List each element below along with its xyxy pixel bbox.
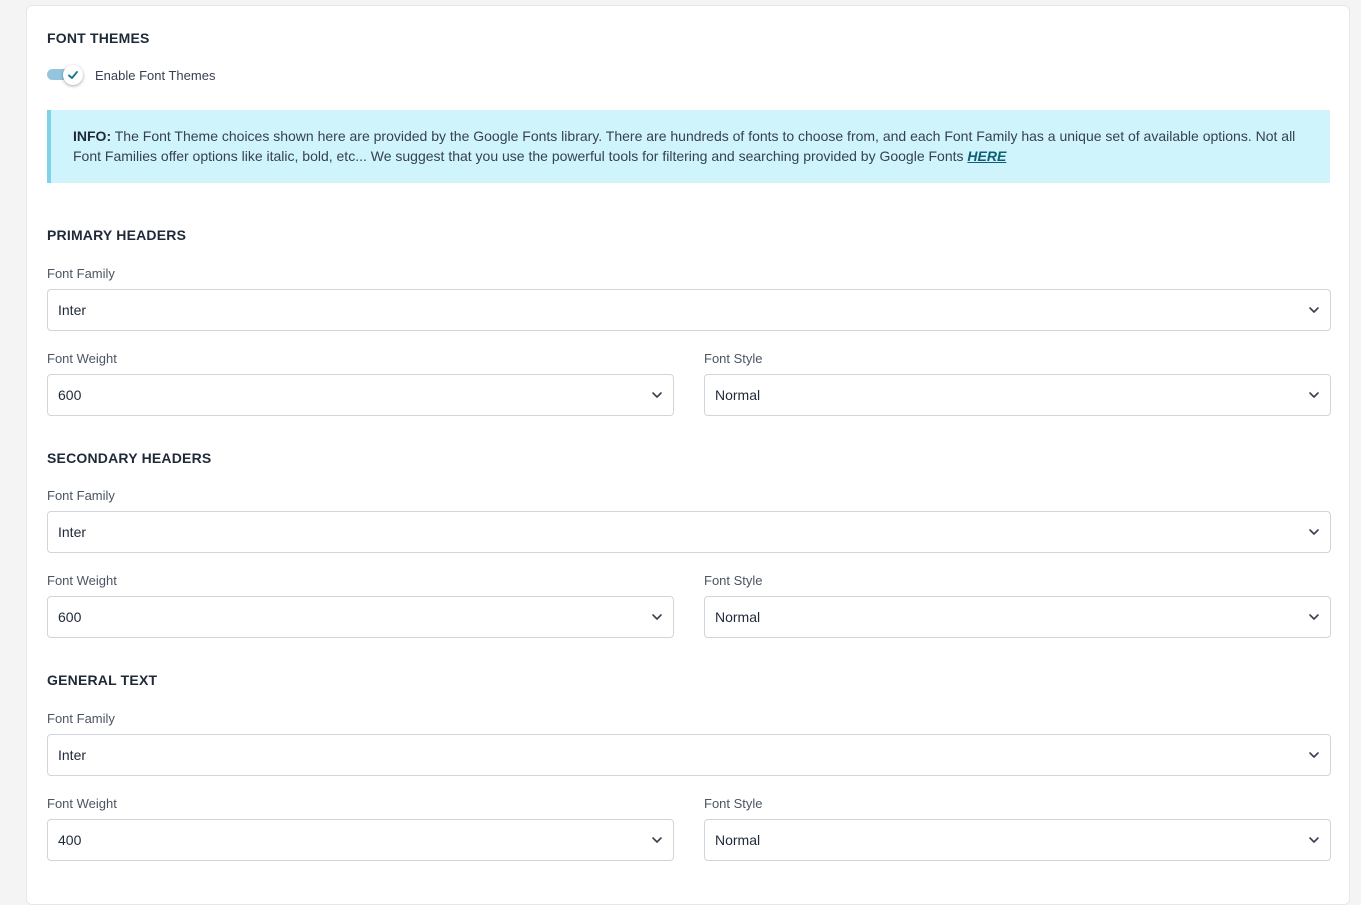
info-text: The Font Theme choices shown here are pr…	[73, 128, 1296, 164]
chevron-down-icon	[652, 614, 662, 620]
info-prefix: INFO:	[73, 128, 112, 144]
general-font-weight-select[interactable]: 400	[47, 819, 674, 861]
primary-font-family-label: Font Family	[47, 266, 115, 281]
general-font-family-label: Font Family	[47, 711, 115, 726]
primary-font-weight-select[interactable]: 600	[47, 374, 674, 416]
secondary-font-weight-select[interactable]: 600	[47, 596, 674, 638]
check-icon	[68, 71, 78, 79]
general-font-family-select[interactable]: Inter	[47, 734, 1331, 776]
secondary-font-style-value: Normal	[715, 609, 761, 625]
general-font-style-select[interactable]: Normal	[704, 819, 1331, 861]
google-fonts-link[interactable]: HERE	[967, 148, 1006, 164]
chevron-down-icon	[1309, 392, 1319, 398]
secondary-font-family-value: Inter	[58, 524, 87, 540]
enable-font-themes-label: Enable Font Themes	[95, 67, 216, 83]
general-font-style-label: Font Style	[704, 796, 763, 811]
secondary-font-family-select[interactable]: Inter	[47, 511, 1331, 553]
section-title-primary-headers: PRIMARY HEADERS	[47, 227, 187, 243]
primary-font-family-value: Inter	[58, 302, 87, 318]
chevron-down-icon	[1309, 529, 1319, 535]
secondary-font-family-label: Font Family	[47, 488, 115, 503]
secondary-font-weight-value: 600	[58, 609, 82, 625]
general-font-style-value: Normal	[715, 832, 761, 848]
primary-font-style-select[interactable]: Normal	[704, 374, 1331, 416]
section-title-general-text: GENERAL TEXT	[47, 672, 158, 688]
secondary-font-weight-label: Font Weight	[47, 573, 117, 588]
general-font-family-value: Inter	[58, 747, 87, 763]
chevron-down-icon	[1309, 614, 1319, 620]
primary-font-style-label: Font Style	[704, 351, 763, 366]
section-title-font-themes: FONT THEMES	[47, 30, 150, 46]
secondary-font-style-label: Font Style	[704, 573, 763, 588]
chevron-down-icon	[1309, 837, 1319, 843]
secondary-font-style-select[interactable]: Normal	[704, 596, 1331, 638]
primary-font-weight-value: 600	[58, 387, 82, 403]
section-title-secondary-headers: SECONDARY HEADERS	[47, 450, 212, 466]
chevron-down-icon	[1309, 752, 1319, 758]
primary-font-style-value: Normal	[715, 387, 761, 403]
chevron-down-icon	[1309, 307, 1319, 313]
general-font-weight-label: Font Weight	[47, 796, 117, 811]
enable-font-themes-toggle[interactable]	[47, 65, 83, 85]
toggle-knob	[63, 65, 83, 85]
info-alert: INFO: The Font Theme choices shown here …	[47, 110, 1330, 183]
font-themes-card: FONT THEMES Enable Font Themes INFO: The…	[26, 5, 1350, 905]
enable-font-themes-row: Enable Font Themes	[47, 65, 215, 85]
primary-font-family-select[interactable]: Inter	[47, 289, 1331, 331]
general-font-weight-value: 400	[58, 832, 82, 848]
chevron-down-icon	[652, 392, 662, 398]
primary-font-weight-label: Font Weight	[47, 351, 117, 366]
chevron-down-icon	[652, 837, 662, 843]
